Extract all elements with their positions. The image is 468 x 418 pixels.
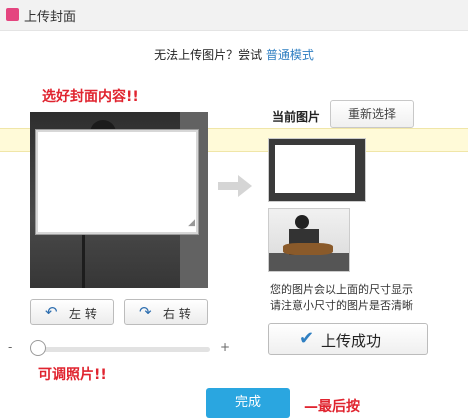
upload-hint: 无法上传图片？尝试 普通模式: [0, 46, 468, 63]
done-button[interactable]: 完成: [206, 388, 290, 418]
small-preview-guitar: [283, 243, 333, 255]
annotation-finally-press: —最后按: [304, 396, 360, 416]
preview-info-line1: 您的图片会以上面的尺寸显示: [270, 283, 413, 296]
small-preview-head: [295, 215, 309, 229]
annotation-select-content: 选好封面内容!!: [42, 89, 139, 105]
current-image-label: 当前图片: [272, 110, 321, 124]
dialog-title: 上传封面: [24, 10, 77, 25]
reselect-button[interactable]: 重新选择: [330, 100, 414, 128]
rotate-left-label: 左 转: [69, 307, 97, 321]
hint-text: 无法上传图片？尝试: [154, 48, 266, 62]
dash-icon: —: [304, 399, 318, 415]
annotation-finally-press-text: 最后按: [318, 399, 360, 415]
upload-success-status: ✔ 上传成功: [268, 323, 428, 355]
arrow-right-icon: [218, 175, 252, 197]
dialog-titlebar: 上传封面: [0, 0, 468, 31]
rotate-left-icon: ↶: [45, 303, 58, 321]
rotate-left-button[interactable]: ↶ 左 转: [30, 299, 114, 325]
zoom-slider-track[interactable]: [34, 347, 210, 352]
check-icon: ✔: [299, 328, 315, 349]
small-preview-floor: [269, 253, 349, 271]
zoom-in-icon[interactable]: +: [220, 340, 230, 354]
crop-resize-handle-icon[interactable]: ◢: [188, 218, 195, 228]
rotate-right-label: 右 转: [163, 307, 191, 321]
cover-preview-area: [275, 145, 355, 193]
annotation-adjust-photo: 可调照片!!: [38, 367, 107, 383]
normal-mode-link[interactable]: 普通模式: [266, 48, 314, 62]
zoom-slider-handle[interactable]: [30, 340, 46, 356]
app-icon: [6, 8, 19, 21]
zoom-slider[interactable]: - +: [8, 340, 230, 356]
small-preview-thumbnail: [268, 208, 350, 272]
rotate-right-icon: ↷: [139, 303, 152, 321]
rotate-right-button[interactable]: ↷ 右 转: [124, 299, 208, 325]
crop-selection-box[interactable]: ◢: [36, 130, 198, 234]
zoom-out-icon[interactable]: -: [8, 340, 12, 354]
cover-preview-thumbnail: [268, 138, 366, 202]
preview-info-line2: 请注意小尺寸的图片是否清晰: [270, 299, 413, 312]
upload-success-label: 上传成功: [321, 332, 382, 350]
